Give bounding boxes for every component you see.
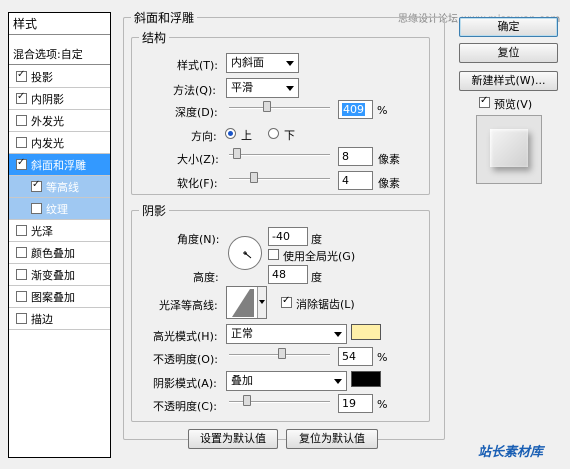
- checkbox[interactable]: [16, 157, 27, 170]
- shadow-opacity-input[interactable]: 19: [338, 394, 373, 413]
- chevron-down-icon: [334, 332, 342, 337]
- direction-down-radio[interactable]: [268, 128, 279, 139]
- shadow-opacity-unit: %: [377, 398, 388, 411]
- sidebar-item-texture[interactable]: 纹理: [9, 198, 110, 220]
- sidebar-item-color-overlay[interactable]: 颜色叠加: [9, 242, 110, 264]
- soften-unit: 像素: [378, 177, 400, 190]
- style-label: 样式(T):: [177, 59, 219, 72]
- chevron-down-icon: [286, 61, 294, 66]
- sidebar-item-stroke[interactable]: 描边: [9, 308, 110, 330]
- size-slider[interactable]: [229, 154, 330, 156]
- sidebar-item-inner-shadow[interactable]: 内阴影: [9, 88, 110, 110]
- highlight-color-swatch[interactable]: [351, 324, 381, 340]
- checkbox[interactable]: [16, 291, 27, 302]
- preview-swatch: [490, 129, 528, 167]
- soften-slider-thumb[interactable]: [250, 172, 258, 183]
- preview-checkbox[interactable]: [479, 95, 490, 108]
- sidebar-item-contour[interactable]: 等高线: [9, 176, 110, 198]
- highlight-mode-label: 高光模式(H):: [153, 330, 218, 343]
- angle-dial[interactable]: [228, 236, 262, 270]
- technique-select[interactable]: 平滑: [226, 78, 299, 98]
- altitude-label: 高度:: [193, 271, 219, 284]
- structure-title: 结构: [139, 29, 170, 46]
- global-light-label: 使用全局光(G): [283, 250, 356, 263]
- angle-unit: 度: [311, 233, 322, 246]
- make-default-button[interactable]: 设置为默认值: [188, 429, 278, 449]
- brand-logo: 站长素材库: [478, 445, 544, 460]
- section-title: 斜面和浮雕: [131, 9, 198, 26]
- shading-title: 阴影: [139, 202, 170, 219]
- antialias-label: 消除锯齿(L): [296, 298, 355, 311]
- style-select[interactable]: 内斜面: [226, 53, 299, 73]
- highlight-mode-select[interactable]: 正常: [226, 324, 347, 344]
- gloss-contour-label: 光泽等高线:: [159, 299, 218, 312]
- ok-button[interactable]: 确定: [459, 17, 558, 37]
- blending-options-item[interactable]: 混合选项:自定: [9, 43, 110, 65]
- shadow-opacity-thumb[interactable]: [243, 395, 251, 406]
- antialias-checkbox[interactable]: [281, 295, 292, 308]
- sidebar-item-inner-glow[interactable]: 内发光: [9, 132, 110, 154]
- highlight-opacity-unit: %: [377, 351, 388, 364]
- highlight-opacity-thumb[interactable]: [278, 348, 286, 359]
- crosshair-icon: [243, 251, 252, 259]
- highlight-opacity-input[interactable]: 54: [338, 347, 373, 366]
- size-label: 大小(Z):: [177, 153, 219, 166]
- highlight-opacity-label: 不透明度(O):: [153, 353, 218, 366]
- checkbox[interactable]: [16, 137, 27, 148]
- checkbox[interactable]: [16, 269, 27, 280]
- altitude-input[interactable]: 48: [268, 265, 308, 284]
- soften-slider[interactable]: [229, 178, 330, 180]
- shadow-mode-label: 阴影模式(A):: [153, 377, 217, 390]
- checkbox[interactable]: [31, 179, 42, 192]
- depth-input[interactable]: 409: [338, 100, 373, 119]
- checkbox[interactable]: [16, 313, 27, 324]
- gloss-contour-picker[interactable]: [226, 286, 267, 319]
- altitude-unit: 度: [311, 271, 322, 284]
- direction-up-radio[interactable]: [225, 128, 236, 139]
- contour-preview-icon: [232, 289, 254, 317]
- preview-label: 预览(V): [494, 98, 533, 111]
- sidebar-item-bevel-emboss[interactable]: 斜面和浮雕: [9, 154, 110, 176]
- checkbox[interactable]: [16, 225, 27, 236]
- angle-input[interactable]: -40: [268, 227, 308, 246]
- checkbox[interactable]: [16, 69, 27, 82]
- sidebar-item-outer-glow[interactable]: 外发光: [9, 110, 110, 132]
- checkbox[interactable]: [31, 203, 42, 214]
- depth-slider-thumb[interactable]: [263, 101, 271, 112]
- depth-label: 深度(D):: [175, 106, 218, 119]
- soften-input[interactable]: 4: [338, 171, 373, 190]
- chevron-down-icon: [286, 86, 294, 91]
- soften-label: 软化(F):: [177, 177, 218, 190]
- direction-down-label: 下: [284, 129, 295, 142]
- depth-slider[interactable]: [229, 107, 330, 109]
- chevron-down-icon: [259, 300, 265, 304]
- technique-label: 方法(Q):: [173, 84, 216, 97]
- new-style-button[interactable]: 新建样式(W)...: [459, 71, 558, 91]
- sidebar-item-drop-shadow[interactable]: 投影: [9, 66, 110, 88]
- shadow-mode-select[interactable]: 叠加: [226, 371, 347, 391]
- angle-label: 角度(N):: [177, 233, 220, 246]
- style-list-header: 样式: [9, 13, 110, 35]
- global-light-checkbox[interactable]: [268, 249, 279, 260]
- direction-label: 方向:: [191, 130, 217, 143]
- shadow-color-swatch[interactable]: [351, 371, 381, 387]
- sidebar-item-pattern-overlay[interactable]: 图案叠加: [9, 286, 110, 308]
- reset-button[interactable]: 复位: [459, 43, 558, 63]
- shadow-opacity-label: 不透明度(C):: [153, 400, 217, 413]
- size-input[interactable]: 8: [338, 147, 373, 166]
- preview-thumbnail: [476, 115, 542, 184]
- contour-dropdown-button[interactable]: [257, 287, 266, 318]
- sidebar-item-gradient-overlay[interactable]: 渐变叠加: [9, 264, 110, 286]
- checkbox[interactable]: [16, 91, 27, 104]
- checkbox[interactable]: [16, 247, 27, 258]
- depth-unit: %: [377, 104, 388, 117]
- checkbox[interactable]: [16, 115, 27, 126]
- chevron-down-icon: [334, 379, 342, 384]
- size-slider-thumb[interactable]: [233, 148, 241, 159]
- direction-up-label: 上: [241, 129, 252, 142]
- reset-default-button[interactable]: 复位为默认值: [286, 429, 378, 449]
- sidebar-item-satin[interactable]: 光泽: [9, 220, 110, 242]
- style-list-panel: 样式 混合选项:自定 投影 内阴影 外发光 内发光 斜面和浮雕 等高线 纹理 光…: [8, 12, 111, 458]
- size-unit: 像素: [378, 153, 400, 166]
